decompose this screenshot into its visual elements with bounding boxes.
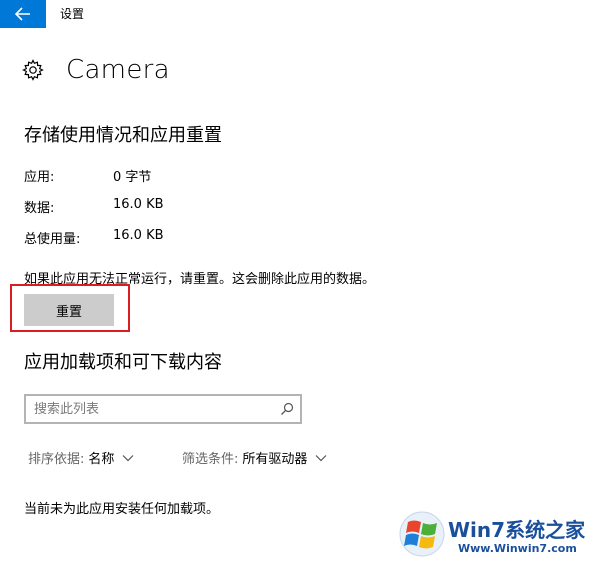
row-label: 应用: — [24, 170, 55, 185]
windows-logo-icon — [399, 511, 445, 557]
storage-row-total: 总使用量: 16.0 KB — [24, 228, 164, 247]
filter-value: 所有驱动器 — [242, 452, 308, 467]
row-label: 总使用量: — [24, 232, 81, 247]
gear-icon — [22, 59, 44, 81]
storage-heading: 存储使用情况和应用重置 — [24, 125, 222, 146]
addons-empty-text: 当前未为此应用安装任何加载项。 — [24, 502, 220, 517]
search-box — [24, 394, 302, 424]
page-header: Camera — [22, 55, 170, 85]
filter-label: 筛选条件: — [182, 452, 239, 467]
row-value: 16.0 KB — [113, 197, 164, 212]
filter-dropdown[interactable]: 筛选条件: 所有驱动器 — [182, 448, 327, 467]
watermark-url: Www.Winwin7.com — [458, 542, 577, 555]
reset-button[interactable]: 重置 — [24, 294, 114, 326]
row-value: 16.0 KB — [113, 228, 164, 243]
search-input[interactable] — [34, 398, 274, 420]
sort-value: 名称 — [88, 452, 115, 467]
storage-row-app: 应用: 0 字节 — [24, 166, 151, 185]
window-title: 设置 — [60, 7, 85, 21]
row-value: 0 字节 — [113, 170, 152, 185]
search-icon[interactable] — [280, 402, 294, 416]
page-title: Camera — [66, 55, 170, 85]
chevron-down-icon — [122, 454, 134, 461]
storage-row-data: 数据: 16.0 KB — [24, 197, 164, 216]
chevron-down-icon — [315, 454, 327, 461]
back-arrow-icon — [15, 7, 30, 21]
back-button[interactable] — [0, 0, 46, 28]
row-label: 数据: — [24, 201, 55, 216]
sort-dropdown[interactable]: 排序依据: 名称 — [28, 448, 134, 467]
addons-heading: 应用加载项和可下载内容 — [24, 352, 222, 373]
watermark: Win7系统之家 Www.Winwin7.com — [398, 508, 596, 560]
sort-label: 排序依据: — [28, 452, 85, 467]
title-bar: 设置 — [0, 0, 598, 28]
watermark-brand: Win7系统之家 — [448, 518, 586, 542]
